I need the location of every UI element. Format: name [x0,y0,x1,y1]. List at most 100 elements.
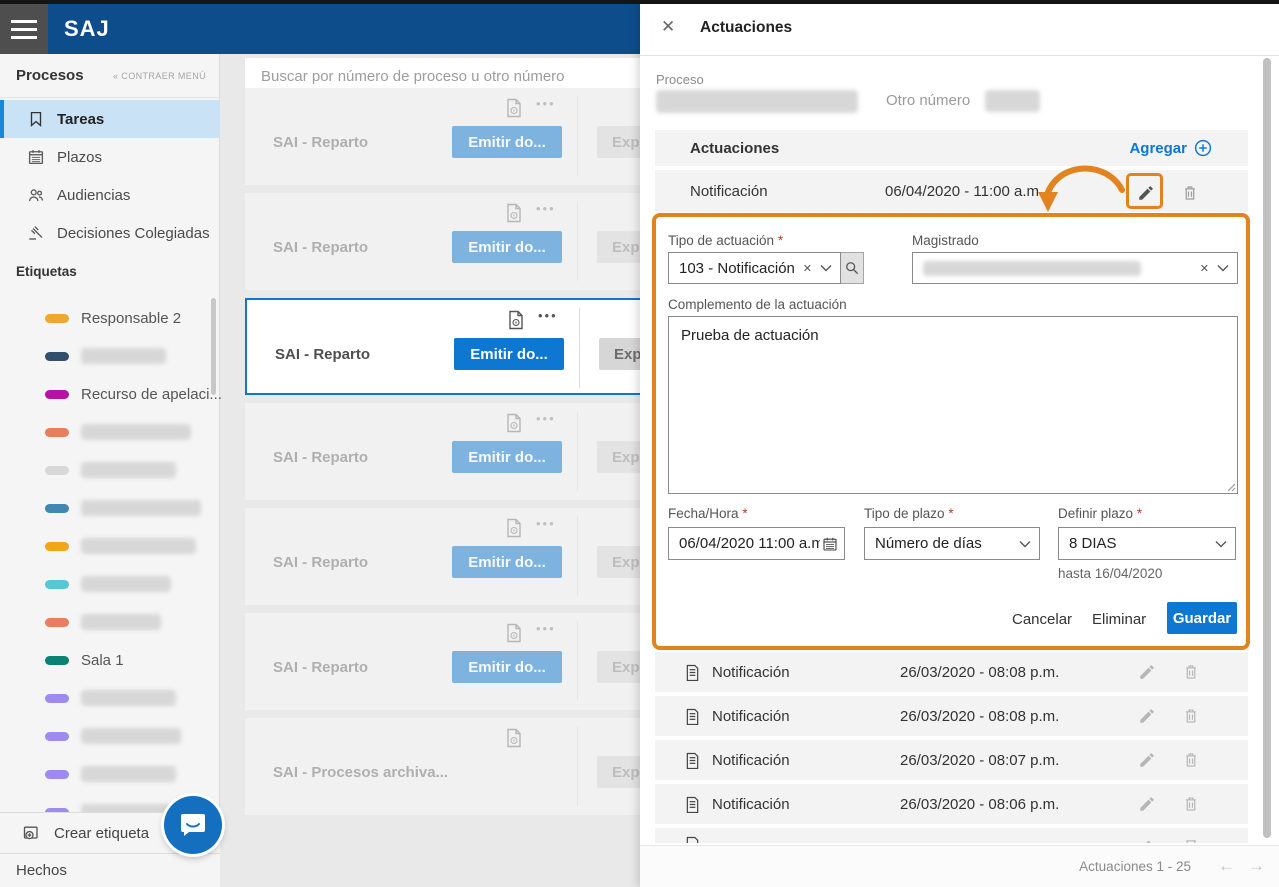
clear-icon[interactable]: ✕ [803,262,812,275]
tag-item[interactable] [0,717,210,755]
delete-trash-icon[interactable] [1182,836,1200,843]
tag-item[interactable]: Responsable 2 [0,299,210,337]
magistrado-value-redacted [923,260,1141,276]
tipo-actuacion-combobox[interactable]: 103 - Notificación ✕ [668,252,841,284]
actuacion-row[interactable]: Notificación 26/03/2020 - 08:08 p.m. [655,652,1248,692]
card-title: SAI - Reparto [273,449,369,466]
required-asterisk: * [777,233,784,248]
prev-page-icon[interactable]: ← [1218,856,1235,876]
sidebar-item-decisiones-colegiadas[interactable]: Decisiones Colegiadas [0,214,220,252]
document-icon [686,664,699,681]
delete-trash-icon[interactable] [1182,707,1200,725]
next-page-icon[interactable]: → [1248,856,1265,876]
sidebar-item-hechos[interactable]: Hechos [0,853,220,887]
eliminar-button[interactable]: Eliminar [1092,611,1146,628]
tag-item[interactable] [0,565,210,603]
tag-item[interactable] [0,527,210,565]
tag-item[interactable] [0,337,210,375]
fecha-hora-input[interactable]: 06/04/2020 11:00 a.m [668,527,845,560]
emitir-documento-button[interactable]: Emitir do... [452,231,562,263]
actuacion-row-partial[interactable] [655,828,1248,843]
sidebar-item-tareas[interactable]: Tareas [0,100,220,138]
calendar-icon[interactable] [822,536,838,552]
tag-item[interactable] [0,489,210,527]
redacted-tag-label [81,462,176,478]
collapse-menu-button[interactable]: « CONTRAER MENÚ [113,71,206,81]
panel-scrollbar[interactable] [1263,58,1271,838]
emitir-documento-button[interactable]: Emitir do... [452,126,562,158]
emitir-documento-button[interactable]: Emitir do... [452,441,562,473]
emitir-documento-button[interactable]: Emitir do... [454,338,564,370]
guardar-button[interactable]: Guardar [1167,602,1237,634]
chat-widget-button[interactable] [164,796,222,854]
tag-item[interactable] [0,603,210,641]
more-options-icon[interactable]: ••• [536,411,556,426]
redacted-tag-label [81,766,176,782]
tag-color-chip [45,351,69,361]
tag-item[interactable] [0,413,210,451]
redacted-tag-label [81,424,191,440]
document-info-icon[interactable] [505,413,523,433]
actuacion-row[interactable]: Notificación 26/03/2020 - 08:08 p.m. [655,696,1248,736]
chevron-down-icon[interactable] [820,264,832,272]
more-options-icon[interactable]: ••• [536,201,556,216]
chevron-down-icon[interactable] [1019,540,1031,548]
more-options-icon[interactable]: ••• [538,308,558,323]
sidebar-item-plazos[interactable]: Plazos [0,138,220,176]
document-info-icon[interactable] [505,98,523,118]
edit-pencil-icon[interactable] [1138,836,1156,843]
close-icon[interactable]: ✕ [661,17,675,37]
tipo-actuacion-search-button[interactable] [841,252,864,284]
sidebar-scrollbar[interactable] [211,298,216,395]
complemento-textarea[interactable]: Prueba de actuación [668,316,1238,494]
delete-trash-icon[interactable] [1182,663,1200,681]
document-info-icon[interactable] [505,728,523,748]
agregar-button[interactable]: Agregar [1129,139,1212,157]
more-options-icon[interactable]: ••• [536,96,556,111]
chevron-down-icon[interactable] [1215,540,1227,548]
menu-button[interactable] [0,4,48,54]
otro-numero-value-redacted [985,90,1040,112]
chevron-down-icon[interactable] [1217,264,1229,272]
more-options-icon[interactable]: ••• [536,621,556,636]
add-circle-icon [1194,139,1212,157]
delete-trash-icon[interactable] [1182,795,1200,813]
tag-label: Recurso de apelaci... [81,385,222,403]
fecha-hora-value: 06/04/2020 11:00 a.m [679,535,820,552]
edit-pencil-icon[interactable] [1138,707,1156,725]
delete-trash-icon[interactable] [1182,751,1200,769]
complemento-label: Complemento de la actuación [668,297,847,312]
sidebar-item-label: Audiencias [57,186,131,204]
actuacion-row[interactable]: Notificación 26/03/2020 - 08:06 p.m. [655,784,1248,824]
resize-handle-icon[interactable] [1226,482,1236,492]
edit-pencil-icon[interactable] [1138,751,1156,769]
tag-item[interactable] [0,451,210,489]
document-info-icon[interactable] [505,623,523,643]
tag-item[interactable] [0,755,210,793]
pagination-range: Actuaciones 1 - 25 [1079,859,1191,874]
tipo-plazo-select[interactable]: Número de días [864,527,1040,560]
edit-pencil-icon[interactable] [1138,663,1156,681]
definir-plazo-select[interactable]: 8 DIAS [1058,527,1236,560]
document-info-icon[interactable] [505,518,523,538]
tag-item[interactable]: Sala 1 [0,641,210,679]
more-options-icon[interactable]: ••• [536,516,556,531]
panel-footer: Actuaciones 1 - 25 ← → [640,845,1279,887]
emitir-documento-button[interactable]: Emitir do... [452,546,562,578]
document-info-icon[interactable] [507,310,525,330]
emitir-documento-button[interactable]: Emitir do... [452,651,562,683]
sidebar-item-audiencias[interactable]: Audiencias [0,176,220,214]
magistrado-combobox[interactable]: ✕ [912,252,1238,284]
sidebar-title: Procesos [16,67,84,84]
tag-item[interactable] [0,679,210,717]
tag-item[interactable]: Recurso de apelaci... [0,375,222,413]
tags-section-header: Etiquetas [16,264,77,279]
document-icon [686,836,699,843]
document-info-icon[interactable] [505,203,523,223]
clear-icon[interactable]: ✕ [1200,262,1209,275]
edit-pencil-icon[interactable] [1138,795,1156,813]
cancelar-button[interactable]: Cancelar [1012,611,1072,628]
actuacion-row[interactable]: Notificación 26/03/2020 - 08:07 p.m. [655,740,1248,780]
delete-trash-icon[interactable] [1181,184,1199,202]
card-divider [579,308,580,388]
